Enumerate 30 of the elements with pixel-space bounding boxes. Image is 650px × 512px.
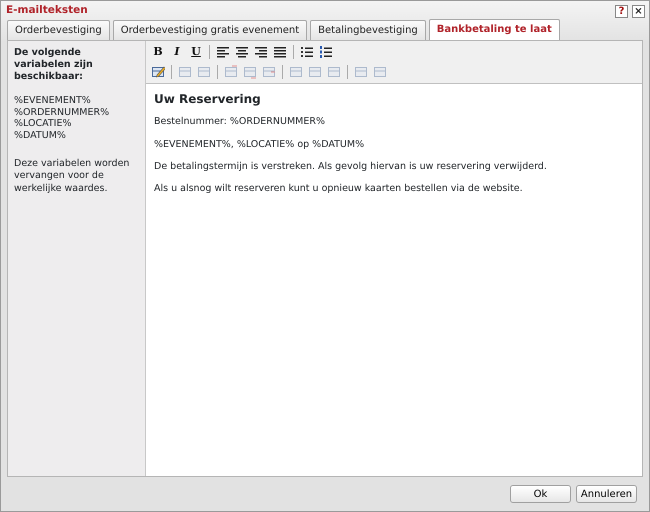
editor-paragraph: Als u alsnog wilt reserveren kunt u opnieuw kaarten bestellen via de website. bbox=[154, 182, 524, 196]
bold-button[interactable]: B bbox=[150, 44, 166, 60]
variable-name: %ORDERNUMMER% bbox=[14, 106, 110, 118]
help-button[interactable]: ? bbox=[615, 4, 628, 18]
sidebar-note: Deze variabelen worden vervangen voor de werkelijke waardes. bbox=[14, 158, 130, 196]
align-center-icon[interactable] bbox=[235, 45, 249, 59]
align-left-icon[interactable] bbox=[216, 45, 230, 59]
variable-name: %EVENEMENT% bbox=[14, 94, 92, 106]
align-right-icon[interactable] bbox=[254, 45, 268, 59]
window-title: E-mailteksten bbox=[6, 3, 88, 18]
variable-name: %LOCATIE% bbox=[14, 118, 72, 130]
editor-paragraph: %EVENEMENT%, %LOCATIE% op %DATUM% bbox=[154, 138, 366, 152]
underline-button[interactable]: U bbox=[188, 44, 204, 60]
ok-button[interactable]: Ok bbox=[510, 485, 571, 503]
editor-paragraph: Bestelnummer: %ORDERNUMMER% bbox=[154, 115, 326, 130]
variable-name: %DATUM% bbox=[14, 130, 67, 142]
editor-paragraph: De betalingstermijn is verstreken. Als gevolg hiervan is uw reservering verwijderd. bbox=[154, 160, 548, 174]
tab[interactable]: Betalingbevestiging bbox=[310, 20, 426, 40]
editor-heading: Uw Reservering bbox=[154, 92, 262, 106]
bullet-list-icon[interactable] bbox=[300, 45, 314, 59]
italic-button[interactable]: I bbox=[169, 44, 185, 60]
tab[interactable]: Orderbevestiging gratis evenement bbox=[112, 20, 308, 40]
close-button[interactable]: × bbox=[632, 4, 645, 18]
sidebar-heading: De volgende variabelen zijn beschikbaar: bbox=[14, 47, 94, 83]
numbered-list-icon[interactable] bbox=[319, 45, 333, 59]
cancel-button[interactable]: Annuleren bbox=[576, 485, 637, 503]
tab[interactable]: Bankbetaling te laat bbox=[428, 19, 560, 40]
justify-icon[interactable] bbox=[273, 45, 287, 59]
table-edit-icon[interactable] bbox=[151, 65, 165, 79]
tab[interactable]: Orderbevestiging bbox=[7, 20, 110, 40]
